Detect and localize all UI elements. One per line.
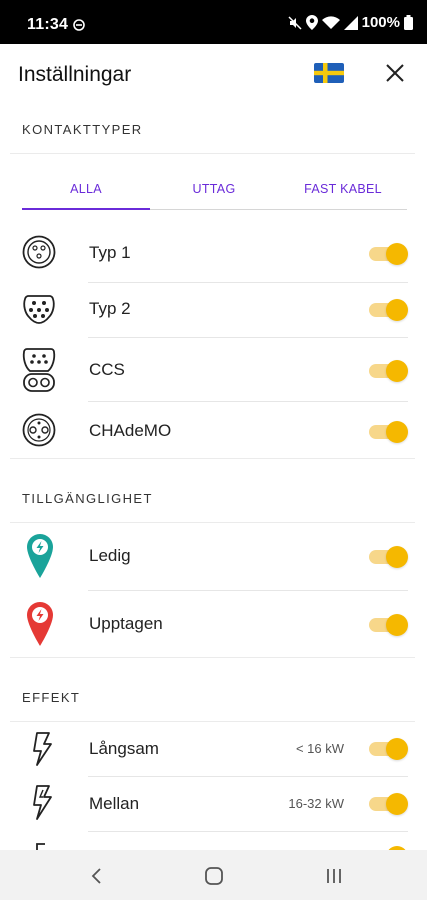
tab-fixed-cable[interactable]: FAST KABEL [278, 182, 408, 196]
section-heading-availability: TILLGÄNGLIGHET [22, 491, 153, 506]
back-icon[interactable] [86, 866, 108, 886]
row-divider [88, 282, 408, 283]
recent-apps-icon[interactable] [323, 866, 345, 886]
mute-icon [288, 15, 302, 30]
available-pin-icon [27, 534, 53, 578]
occupied-pin-icon [27, 602, 53, 646]
tab-all[interactable]: ALLA [22, 182, 150, 196]
status-icons: 100% [288, 14, 413, 31]
chademo-connector-icon [22, 413, 56, 447]
battery-percent: 100% [361, 14, 400, 31]
power-label-slow: Långsam [89, 739, 159, 758]
row-divider [88, 401, 408, 402]
divider [10, 721, 415, 722]
row-divider [88, 776, 408, 777]
ccs-connector-icon [22, 348, 56, 392]
section-heading-power: EFFEKT [22, 690, 81, 705]
wifi-icon [321, 15, 340, 29]
row-divider [88, 831, 408, 832]
power-range-slow: < 16 kW [295, 741, 344, 756]
row-divider [88, 337, 408, 338]
toggle-chademo[interactable] [369, 420, 409, 444]
tab-active-indicator [22, 208, 150, 210]
divider [10, 153, 415, 154]
type2-connector-icon [23, 295, 55, 324]
power-label-medium: Mellan [89, 794, 140, 813]
connector-label-chademo: CHAdeMO [89, 421, 172, 440]
availability-label-occupied: Upptagen [89, 614, 163, 633]
page-title: Inställningar [18, 63, 132, 86]
power-range-medium: 16-32 kW [288, 796, 344, 811]
slow-charge-bolt-icon [33, 732, 52, 766]
status-time: 11:34 [27, 16, 69, 33]
status-bar: 11:34 100% [0, 0, 427, 44]
medium-charge-bolt-icon [33, 785, 52, 820]
connector-label-ccs: CCS [89, 360, 125, 379]
home-icon[interactable] [203, 866, 225, 886]
signal-icon [343, 15, 358, 30]
toggle-medium[interactable] [369, 792, 409, 816]
battery-icon [404, 15, 413, 30]
toggle-type2[interactable] [369, 298, 409, 322]
location-icon [305, 15, 318, 30]
toggle-occupied[interactable] [369, 613, 409, 637]
close-icon[interactable] [384, 62, 406, 84]
section-heading-connector-types: KONTAKTTYPER [22, 122, 143, 137]
divider [10, 657, 415, 658]
divider [10, 458, 415, 459]
toggle-slow[interactable] [369, 737, 409, 761]
availability-label-free: Ledig [89, 546, 131, 565]
sweden-flag-icon[interactable] [314, 63, 344, 83]
do-not-disturb-icon [73, 19, 85, 31]
toggle-type1[interactable] [369, 242, 409, 266]
divider [10, 522, 415, 523]
connector-label-type2: Typ 2 [89, 299, 131, 318]
app-header: Inställningar [0, 44, 427, 104]
toggle-ccs[interactable] [369, 359, 409, 383]
type1-connector-icon [22, 235, 56, 269]
tab-socket[interactable]: UTTAG [150, 182, 278, 196]
connector-label-type1: Typ 1 [89, 243, 131, 262]
toggle-free[interactable] [369, 545, 409, 569]
row-divider [88, 590, 408, 591]
